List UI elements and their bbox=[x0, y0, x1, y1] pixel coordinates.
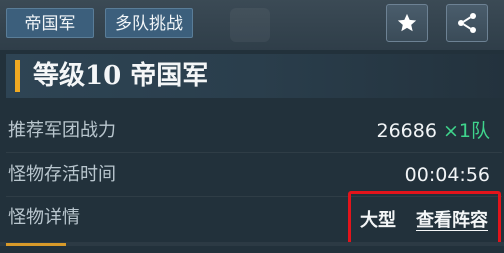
background-decoration bbox=[230, 8, 270, 42]
monster-detail-label: 怪物详情 bbox=[8, 207, 80, 228]
share-icon bbox=[458, 13, 476, 33]
monster-size-value: 大型 bbox=[360, 210, 396, 231]
tag-multi-team-challenge[interactable]: 多队挑战 bbox=[105, 8, 193, 38]
bottom-progress-fill bbox=[6, 243, 66, 246]
monster-survival-time-value: 00:04:56 bbox=[404, 164, 490, 186]
bottom-progress-track bbox=[0, 242, 504, 246]
row-divider bbox=[6, 152, 502, 153]
page-title: 等级10 帝国军 bbox=[33, 61, 209, 91]
title-accent-bar bbox=[15, 60, 20, 92]
tag-empire-army[interactable]: 帝国军 bbox=[6, 8, 94, 38]
monster-survival-time-label: 怪物存活时间 bbox=[8, 164, 116, 185]
recommended-power-label: 推荐军团战力 bbox=[8, 120, 116, 141]
favorite-button[interactable] bbox=[386, 4, 428, 42]
share-button[interactable] bbox=[446, 4, 488, 42]
recommended-power-value: 26686 ×1队 bbox=[376, 119, 490, 143]
power-number: 26686 bbox=[376, 120, 437, 142]
star-icon bbox=[397, 13, 417, 32]
view-lineup-link[interactable]: 查看阵容 bbox=[416, 206, 488, 232]
team-multiplier: ×1队 bbox=[442, 120, 490, 142]
